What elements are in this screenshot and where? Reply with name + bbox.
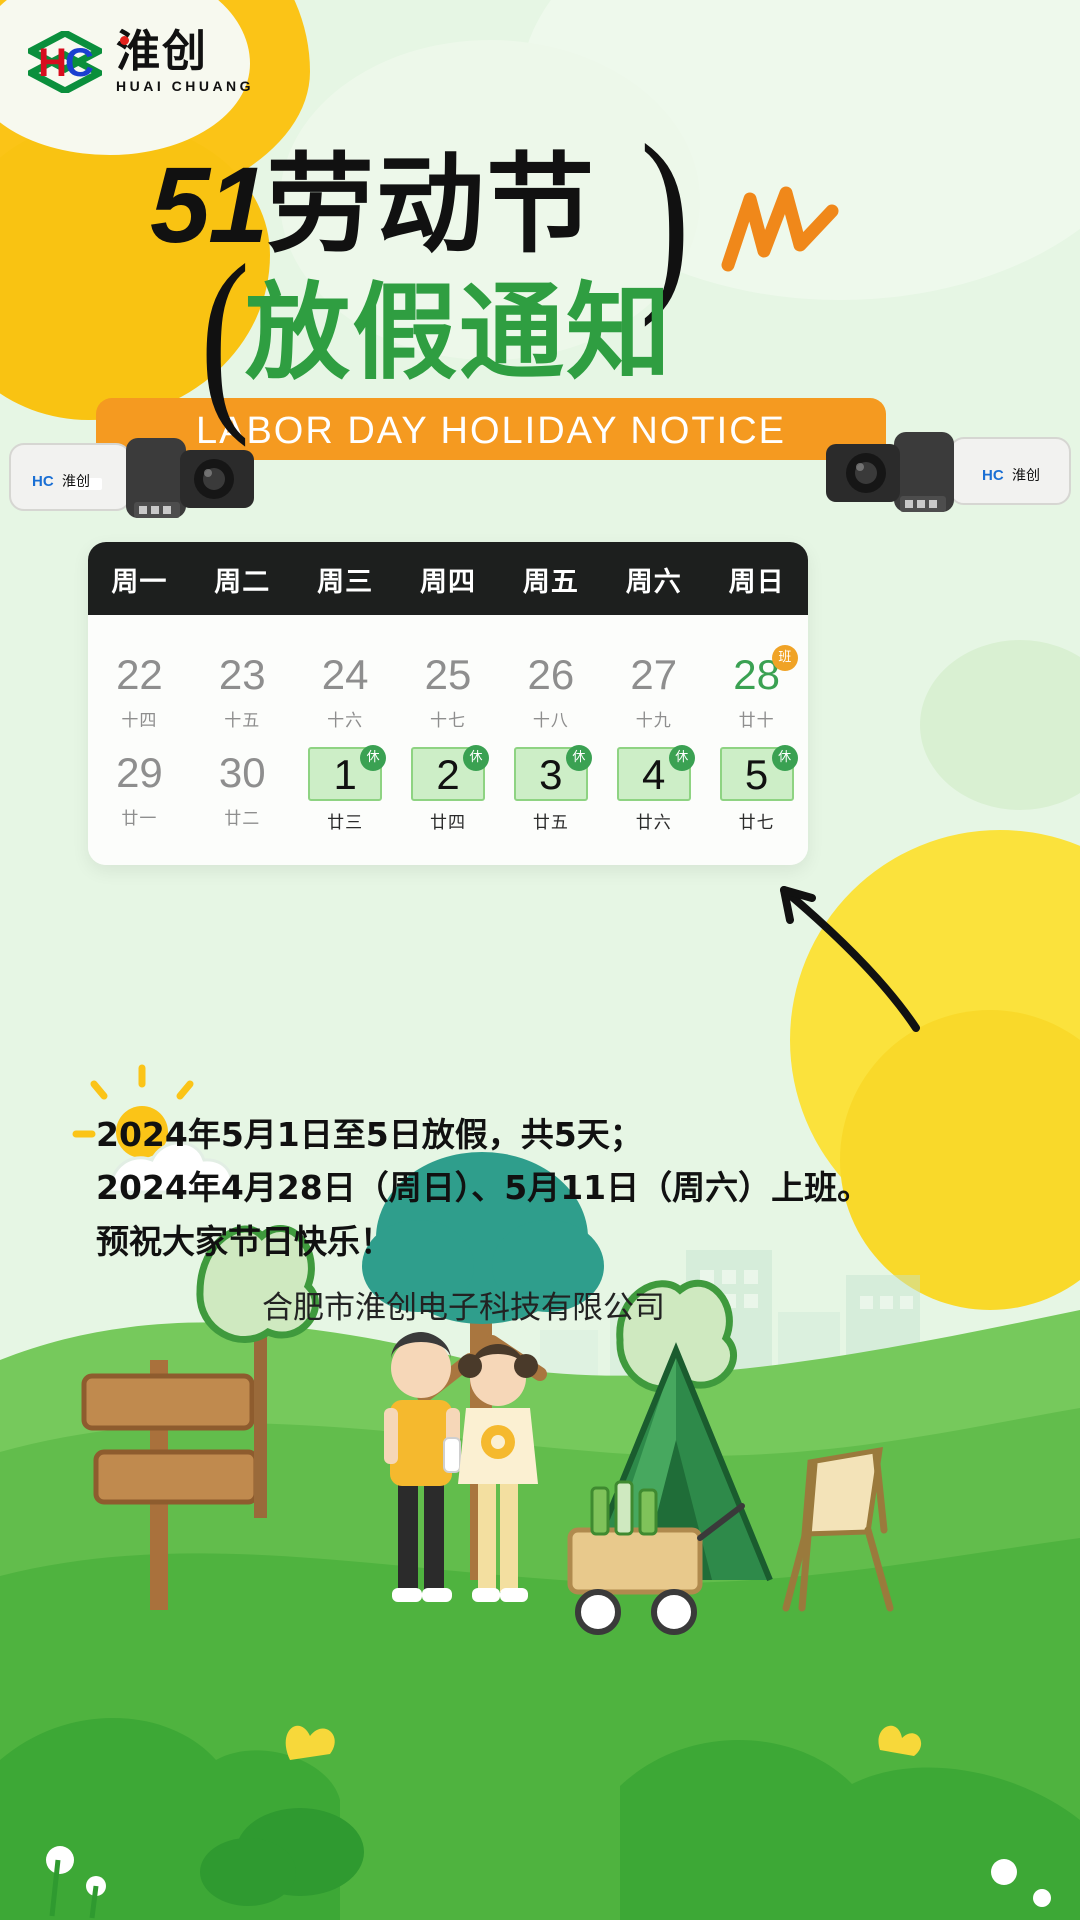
calendar-day-25: 25 十七 (397, 639, 500, 737)
logo-chinese-name: 淮创 (116, 26, 208, 77)
curved-arrow-icon (780, 886, 920, 1032)
calendar-day-1: 1 休廿三 (294, 737, 397, 839)
day-box: 4休 (616, 745, 695, 802)
restday-badge: 休 (360, 745, 387, 772)
svg-text:HC: HC (32, 473, 54, 490)
day-box: 28 班 (721, 645, 798, 699)
day-box: 25 (413, 649, 484, 699)
calendar-day-23: 23 十五 (191, 639, 294, 737)
lunar-label: 十四 (121, 711, 158, 732)
lunar-label: 廿一 (121, 809, 158, 830)
security-camera-left-icon: HC 淮创 (9, 438, 254, 518)
svg-text:淮创: 淮创 (62, 474, 90, 490)
day-number: 24 (321, 651, 369, 698)
calendar-day-3: 3 休廿五 (499, 737, 602, 839)
day-box: 26 (516, 649, 587, 699)
restday-badge: 休 (771, 745, 798, 772)
day-box: 27 (618, 649, 689, 699)
day-box: 2休 (411, 745, 489, 802)
security-camera-right-icon: HC 淮创 (826, 432, 1071, 512)
lunar-label: 廿四 (430, 813, 466, 834)
lunar-label: 十九 (635, 711, 672, 732)
day-number: 29 (116, 749, 163, 797)
calendar-day-4: 4 休廿六 (602, 737, 705, 839)
poster-root: HC 淮创 HUAI CHUANG ) ( 51劳动节 放假通知 LABOR D… (0, 0, 1080, 1920)
notice-line-1: 2024年5月1日至5日放假，共5天； (96, 1115, 643, 1154)
day-number: 23 (218, 651, 266, 698)
weekday-thu: 周四 (420, 567, 476, 598)
day-box: 23 (207, 649, 278, 699)
day-box: 5休 (719, 745, 798, 802)
holiday-notice-text: 2024年5月1日至5日放假，共5天； 2024年4月28日（周日）、5月11日… (96, 1108, 870, 1268)
weekday-sat: 周六 (625, 567, 682, 598)
day-box: 30 (207, 747, 278, 797)
logo-pinyin: HUAI CHUANG (116, 78, 255, 94)
day-box: 22 (104, 649, 175, 699)
weekday-sun: 周日 (728, 567, 785, 598)
calendar-day-28: 28 班廿十 (705, 639, 808, 737)
calendar-day-26: 26 十八 (499, 639, 602, 737)
day-number: 22 (116, 651, 163, 698)
decor-green-blob (920, 640, 1080, 810)
calendar-day-27: 27 十九 (602, 639, 705, 737)
day-box: 1休 (308, 745, 387, 802)
calendar-day-24: 24 十六 (294, 639, 397, 737)
calendar-day-29: 29 廿一 (88, 737, 191, 839)
lunar-label: 十五 (224, 711, 261, 732)
calendar-body: 22 十四 23 十五 24 十六 25 十七 26 十八 27 十九 28 班廿十 29 廿一 30 廿二 1 休… (88, 615, 808, 866)
restday-badge: 休 (668, 745, 695, 772)
day-box: 24 (310, 649, 381, 699)
lunar-label: 廿六 (635, 813, 672, 834)
restday-badge: 休 (463, 745, 489, 772)
logo-red-dot (120, 36, 129, 45)
svg-text:HC: HC (982, 467, 1004, 484)
lunar-label: 十六 (327, 711, 364, 732)
lunar-label: 廿十 (738, 711, 775, 732)
day-number: 27 (630, 651, 678, 698)
logo-hexagon-icon: HC (28, 30, 102, 93)
weekday-tue: 周二 (214, 567, 271, 598)
day-number: 26 (527, 651, 575, 698)
calendar-day-22: 22 十四 (88, 639, 191, 737)
notice-line-3: 预祝大家节日快乐！ (96, 1221, 393, 1261)
svg-text:淮创: 淮创 (1012, 468, 1040, 484)
calendar-weekday-header: 周一 周二 周三 周四 周五 周六 周日 (88, 542, 808, 615)
lunar-label: 十七 (430, 711, 466, 732)
calendar-day-5: 5 休廿七 (705, 737, 808, 839)
day-box: 29 (104, 747, 175, 797)
holiday-calendar: 周一 周二 周三 周四 周五 周六 周日 22 十四 23 十五 24 十六 25 十七 26 十… (88, 542, 808, 866)
day-box: 3休 (513, 745, 592, 802)
lunar-label: 十八 (532, 711, 569, 732)
zigzag-spark-icon (721, 186, 839, 272)
day-number: 30 (218, 749, 266, 797)
lunar-label: 廿二 (224, 809, 261, 830)
workday-badge: 班 (771, 645, 798, 671)
weekday-wed: 周三 (317, 567, 374, 598)
calendar-row: 29 廿一 30 廿二 1 休廿三 2 休廿四 3 休廿五 4 休廿六 5 休廿七 (88, 737, 808, 839)
lunar-label: 廿七 (738, 813, 775, 834)
day-number: 25 (424, 651, 472, 698)
company-name: 合肥市淮创电子科技有限公司 (262, 1290, 665, 1326)
lunar-label: 廿五 (532, 813, 569, 834)
calendar-day-30: 30 廿二 (191, 737, 294, 839)
title-number: 51 (150, 144, 268, 265)
restday-badge: 休 (565, 745, 592, 772)
weekday-fri: 周五 (522, 567, 579, 598)
logo-hc-text: HC (38, 40, 94, 85)
calendar-day-2: 2 休廿四 (397, 737, 500, 839)
weekday-mon: 周一 (111, 567, 168, 598)
company-logo: HC 淮创 HUAI CHUANG (28, 30, 254, 93)
lunar-label: 廿三 (327, 813, 364, 834)
page-title-line2: 放假通知 (245, 272, 674, 394)
notice-line-2: 2024年4月28日（周日）、5月11日（周六）上班。 (96, 1168, 871, 1208)
calendar-row: 22 十四 23 十五 24 十六 25 十七 26 十八 27 十九 28 班廿十 (88, 639, 808, 737)
